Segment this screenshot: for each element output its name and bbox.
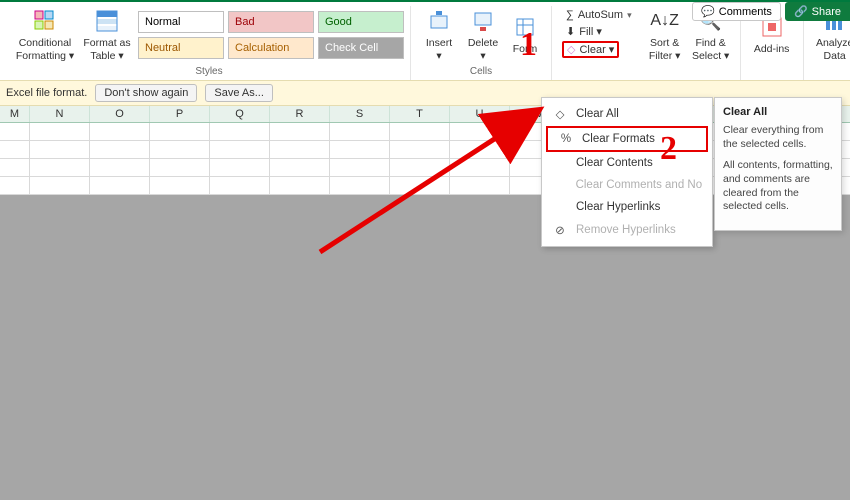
style-bad[interactable]: Bad [228,11,314,33]
clear-formats-icon: % [558,133,574,145]
tooltip-text: Clear everything from the selected cells… [723,124,833,151]
comments-button[interactable]: 💬 Comments [692,2,781,21]
save-as-button[interactable]: Save As... [205,84,273,102]
sort-filter-button[interactable]: A↓Z Sort & Filter ▾ [642,6,688,64]
share-label: Share [812,6,841,18]
remove-hyperlinks-item: ⊘ Remove Hyperlinks [542,218,712,242]
col-header[interactable]: P [150,106,210,122]
col-header[interactable]: S [330,106,390,122]
sigma-icon: ∑ [566,9,574,21]
autosum-button[interactable]: ∑ AutoSum ▾ [562,8,636,22]
style-normal[interactable]: Normal [138,11,224,33]
styles-group-label: Styles [195,66,222,80]
format-as-table-button[interactable]: Format as Table ▾ [76,6,138,64]
col-header[interactable]: U [450,106,510,122]
link-icon: ⊘ [552,223,568,237]
clear-contents-item[interactable]: Clear Contents [542,152,712,174]
chevron-down-icon: ▾ [627,10,632,21]
cell-styles-gallery[interactable]: Normal Bad Good Neutral Calculation Chec… [138,11,404,59]
style-check-cell[interactable]: Check Cell [318,37,404,59]
insert-button[interactable]: Insert ▾ [417,6,461,64]
comments-label: Comments [719,6,772,18]
clear-comments-item: Clear Comments and Notes [542,174,712,196]
insert-icon [426,8,452,34]
eraser-icon: ◇ [567,43,575,56]
comment-icon: 💬 [701,5,715,18]
dont-show-again-button[interactable]: Don't show again [95,84,197,102]
tooltip-text: All contents, formatting, and comments a… [723,159,833,214]
col-header[interactable]: M [0,106,30,122]
fill-icon: ⬇ [566,25,575,38]
annotation-2: 2 [660,130,677,168]
share-icon: 🔗 [794,5,808,18]
col-header[interactable]: N [30,106,90,122]
col-header[interactable]: R [270,106,330,122]
clear-dropdown: ◇ Clear All % Clear Formats Clear Conten… [541,97,713,247]
style-neutral[interactable]: Neutral [138,37,224,59]
annotation-1: 1 [520,26,537,64]
clear-formats-item[interactable]: % Clear Formats [548,128,706,150]
style-calculation[interactable]: Calculation [228,37,314,59]
clear-all-item[interactable]: ◇ Clear All [542,102,712,126]
fill-button[interactable]: ⬇ Fill ▾ [562,24,606,39]
col-header[interactable]: T [390,106,450,122]
cells-group-label: Cells [470,66,492,80]
tooltip-title: Clear All [723,106,833,118]
clear-hyperlinks-item[interactable]: Clear Hyperlinks [542,196,712,218]
sort-icon: A↓Z [652,8,678,34]
col-header[interactable]: Q [210,106,270,122]
tooltip: Clear All Clear everything from the sele… [714,97,842,231]
delete-icon [470,8,496,34]
conditional-formatting-icon [32,8,58,34]
table-icon [94,8,120,34]
msgbar-text: Excel file format. [6,87,87,99]
style-good[interactable]: Good [318,11,404,33]
eraser-icon: ◇ [552,107,568,121]
share-button[interactable]: 🔗 Share [785,2,850,21]
col-header[interactable]: O [90,106,150,122]
delete-button[interactable]: Delete ▾ [461,6,505,64]
conditional-formatting-button[interactable]: Conditional Formatting ▾ [14,6,76,64]
clear-button[interactable]: ◇ Clear ▾ [562,41,619,58]
